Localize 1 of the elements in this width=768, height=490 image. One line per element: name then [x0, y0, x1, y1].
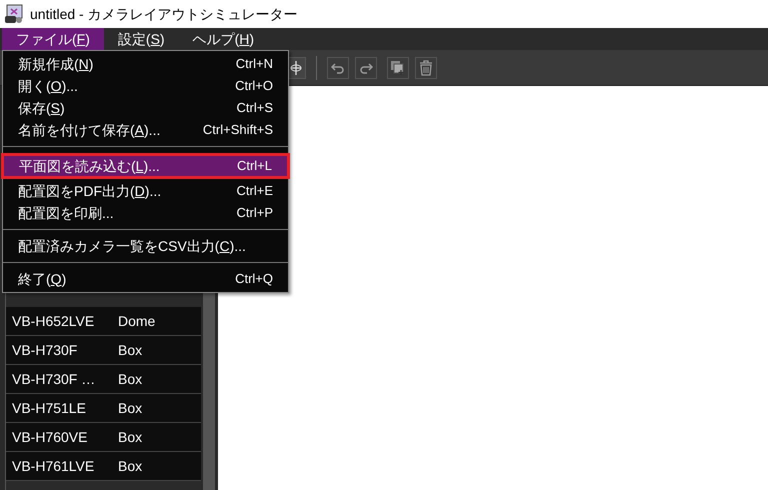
- window-title: untitled - カメラレイアウトシミュレーター: [30, 4, 298, 24]
